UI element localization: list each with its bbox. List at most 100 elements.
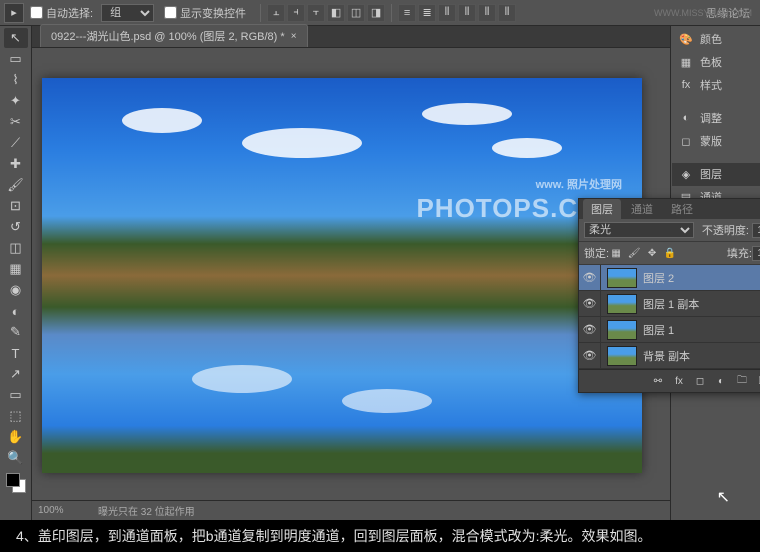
dist-1-icon[interactable]: ≡ bbox=[398, 4, 416, 22]
status-info: 曝光只在 32 位起作用 bbox=[98, 503, 195, 518]
dist-6-icon[interactable]: ⦀ bbox=[498, 4, 516, 22]
mask-add-icon[interactable]: ◻ bbox=[691, 373, 709, 389]
layer-thumbnail bbox=[607, 320, 637, 340]
type-tool-icon[interactable]: T bbox=[4, 343, 28, 363]
layer-name: 背景 副本 bbox=[643, 348, 760, 364]
zoom-level[interactable]: 100% bbox=[38, 505, 88, 516]
canvas-image: www. 照片处理网 PHOTOPS.COM bbox=[42, 78, 642, 473]
dist-3-icon[interactable]: ⦀ bbox=[438, 4, 456, 22]
layer-name: 图层 1 bbox=[643, 322, 760, 338]
shape-tool-icon[interactable]: ▭ bbox=[4, 385, 28, 405]
align-left-icon[interactable]: ◧ bbox=[327, 4, 345, 22]
tab-channels[interactable]: 通道 bbox=[623, 199, 661, 219]
show-transform-checkbox[interactable]: 显示变换控件 bbox=[164, 5, 246, 21]
distribute-buttons: ≡ ≣ ⦀ ⦀ ⦀ ⦀ bbox=[398, 4, 516, 22]
eraser-tool-icon[interactable]: ◫ bbox=[4, 238, 28, 258]
align-hcenter-icon[interactable]: ◫ bbox=[347, 4, 365, 22]
visibility-icon[interactable]: 👁 bbox=[579, 265, 601, 290]
pen-tool-icon[interactable]: ✎ bbox=[4, 322, 28, 342]
folder-icon[interactable]: 🗀 bbox=[733, 373, 751, 389]
visibility-icon[interactable]: 👁 bbox=[579, 291, 601, 316]
document-tab-title: 0922---湖光山色.psd @ 100% (图层 2, RGB/8) * bbox=[51, 28, 285, 44]
document-tab[interactable]: 0922---湖光山色.psd @ 100% (图层 2, RGB/8) * × bbox=[40, 24, 308, 47]
adjustment-icon[interactable]: ◐ bbox=[712, 373, 730, 389]
layer-thumbnail bbox=[607, 346, 637, 366]
history-brush-icon[interactable]: ↺ bbox=[4, 217, 28, 237]
lock-transparent-icon[interactable]: ▦ bbox=[609, 246, 623, 260]
align-buttons: ⫠ ⫞ ⫟ ◧ ◫ ◨ bbox=[267, 4, 385, 22]
fx-icon[interactable]: fx bbox=[670, 373, 688, 389]
tab-layers[interactable]: 图层 bbox=[583, 199, 621, 219]
path-tool-icon[interactable]: ↗ bbox=[4, 364, 28, 384]
dock-adjust[interactable]: ◐调整 bbox=[672, 107, 760, 130]
palette-icon: 🎨 bbox=[678, 32, 694, 46]
move-tool-preview: ▸ bbox=[4, 3, 24, 23]
marquee-tool-icon[interactable]: ▭ bbox=[4, 49, 28, 69]
lock-pixels-icon[interactable]: 🖌 bbox=[627, 246, 641, 260]
lock-label: 锁定: bbox=[584, 245, 609, 261]
layer-item[interactable]: 👁 图层 1 副本 bbox=[579, 291, 760, 317]
fill-label: 填充: bbox=[727, 245, 752, 261]
hand-tool-icon[interactable]: ✋ bbox=[4, 427, 28, 447]
new-layer-icon[interactable]: ❐ bbox=[754, 373, 760, 389]
dock-swatches[interactable]: ▦色板 bbox=[672, 51, 760, 74]
dock-layers[interactable]: ◈图层 bbox=[672, 163, 760, 186]
blur-tool-icon[interactable]: ◉ bbox=[4, 280, 28, 300]
cursor-icon: ↖ bbox=[717, 487, 730, 507]
adjust-icon: ◐ bbox=[678, 111, 694, 125]
color-swatch[interactable] bbox=[6, 473, 26, 493]
brush-tool-icon[interactable]: 🖌 bbox=[4, 175, 28, 195]
tool-palette: ↖ ▭ ⌇ ✦ ✂ ⟋ ✚ 🖌 ⊡ ↺ ◫ ▦ ◉ ◐ ✎ T ↗ ▭ ⬚ ✋ … bbox=[0, 26, 32, 520]
visibility-icon[interactable]: 👁 bbox=[579, 317, 601, 342]
dist-2-icon[interactable]: ≣ bbox=[418, 4, 436, 22]
layer-item[interactable]: 👁 背景 副本 bbox=[579, 343, 760, 369]
layer-item[interactable]: 👁 图层 1 bbox=[579, 317, 760, 343]
swatches-icon: ▦ bbox=[678, 55, 694, 69]
close-icon[interactable]: × bbox=[291, 31, 297, 42]
canvas-viewport[interactable]: www. 照片处理网 PHOTOPS.COM bbox=[32, 48, 670, 500]
wand-tool-icon[interactable]: ✦ bbox=[4, 91, 28, 111]
3d-tool-icon[interactable]: ⬚ bbox=[4, 406, 28, 426]
align-top-icon[interactable]: ⫠ bbox=[267, 4, 285, 22]
tab-paths[interactable]: 路径 bbox=[663, 199, 701, 219]
align-right-icon[interactable]: ◨ bbox=[367, 4, 385, 22]
dist-4-icon[interactable]: ⦀ bbox=[458, 4, 476, 22]
eyedropper-tool-icon[interactable]: ⟋ bbox=[4, 133, 28, 153]
auto-select-dropdown[interactable]: 组 bbox=[101, 4, 154, 22]
dist-5-icon[interactable]: ⦀ bbox=[478, 4, 496, 22]
lock-all-icon[interactable]: 🔒 bbox=[663, 246, 677, 260]
layer-item[interactable]: 👁 图层 2 bbox=[579, 265, 760, 291]
layers-panel: 图层 通道 路径 ▸≡ 柔光 不透明度: ▸ 锁定: ▦ 🖌 ✥ 🔒 填充: ▸… bbox=[578, 198, 760, 393]
move-tool-icon[interactable]: ↖ bbox=[4, 28, 28, 48]
mask-icon: ◻ bbox=[678, 134, 694, 148]
zoom-tool-icon[interactable]: 🔍 bbox=[4, 448, 28, 468]
fill-input[interactable] bbox=[752, 246, 760, 261]
layer-list: 👁 图层 2 👁 图层 1 副本 👁 图层 1 👁 背景 副本 bbox=[579, 265, 760, 369]
dodge-tool-icon[interactable]: ◐ bbox=[4, 301, 28, 321]
lasso-tool-icon[interactable]: ⌇ bbox=[4, 70, 28, 90]
layers-icon: ◈ bbox=[678, 167, 694, 181]
dock-color[interactable]: 🎨颜色 bbox=[672, 28, 760, 51]
lock-position-icon[interactable]: ✥ bbox=[645, 246, 659, 260]
dock-mask[interactable]: ◻蒙版 bbox=[672, 130, 760, 153]
layers-footer: ⚯ fx ◻ ◐ 🗀 ❐ 🗑 bbox=[579, 369, 760, 392]
options-bar: ▸ 自动选择: 组 显示变换控件 ⫠ ⫞ ⫟ ◧ ◫ ◨ ≡ ≣ ⦀ ⦀ ⦀ ⦀… bbox=[0, 0, 760, 26]
layer-thumbnail bbox=[607, 294, 637, 314]
blend-mode-dropdown[interactable]: 柔光 bbox=[584, 222, 694, 238]
opacity-input[interactable] bbox=[752, 223, 760, 238]
align-vcenter-icon[interactable]: ⫞ bbox=[287, 4, 305, 22]
gradient-tool-icon[interactable]: ▦ bbox=[4, 259, 28, 279]
layer-name: 图层 2 bbox=[643, 270, 760, 286]
crop-tool-icon[interactable]: ✂ bbox=[4, 112, 28, 132]
layer-name: 图层 1 副本 bbox=[643, 296, 760, 312]
status-bar: 100% 曝光只在 32 位起作用 bbox=[32, 500, 670, 520]
opacity-label: 不透明度: bbox=[702, 222, 749, 238]
align-bottom-icon[interactable]: ⫟ bbox=[307, 4, 325, 22]
link-icon[interactable]: ⚯ bbox=[649, 373, 667, 389]
dock-styles[interactable]: fx样式 bbox=[672, 74, 760, 97]
forum-url: WWW.MISSYUAN.COM bbox=[654, 8, 752, 18]
heal-tool-icon[interactable]: ✚ bbox=[4, 154, 28, 174]
stamp-tool-icon[interactable]: ⊡ bbox=[4, 196, 28, 216]
visibility-icon[interactable]: 👁 bbox=[579, 343, 601, 368]
auto-select-checkbox[interactable]: 自动选择: bbox=[30, 5, 93, 21]
